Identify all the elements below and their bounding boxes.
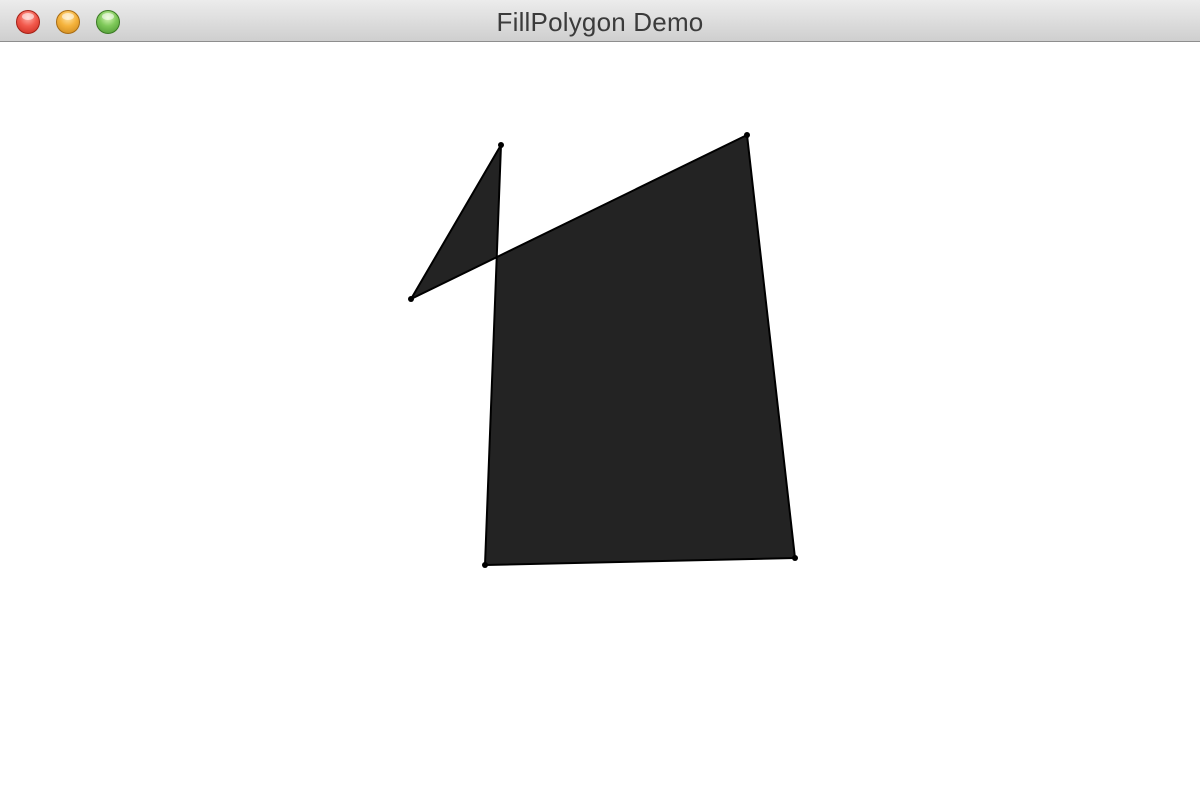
polygon-vertex[interactable] — [792, 555, 798, 561]
polygon-vertex[interactable] — [498, 142, 504, 148]
title-bar[interactable]: FillPolygon Demo — [0, 0, 1200, 42]
polygon-vertex[interactable] — [408, 296, 414, 302]
window-title: FillPolygon Demo — [496, 7, 704, 37]
app-window: FillPolygon Demo — [0, 0, 1200, 800]
polygon-vertex[interactable] — [744, 132, 750, 138]
canvas-area[interactable] — [0, 42, 1200, 800]
filled-polygon — [410, 134, 796, 566]
polygon-vertex[interactable] — [482, 562, 488, 568]
drawing-canvas[interactable] — [0, 42, 1200, 800]
